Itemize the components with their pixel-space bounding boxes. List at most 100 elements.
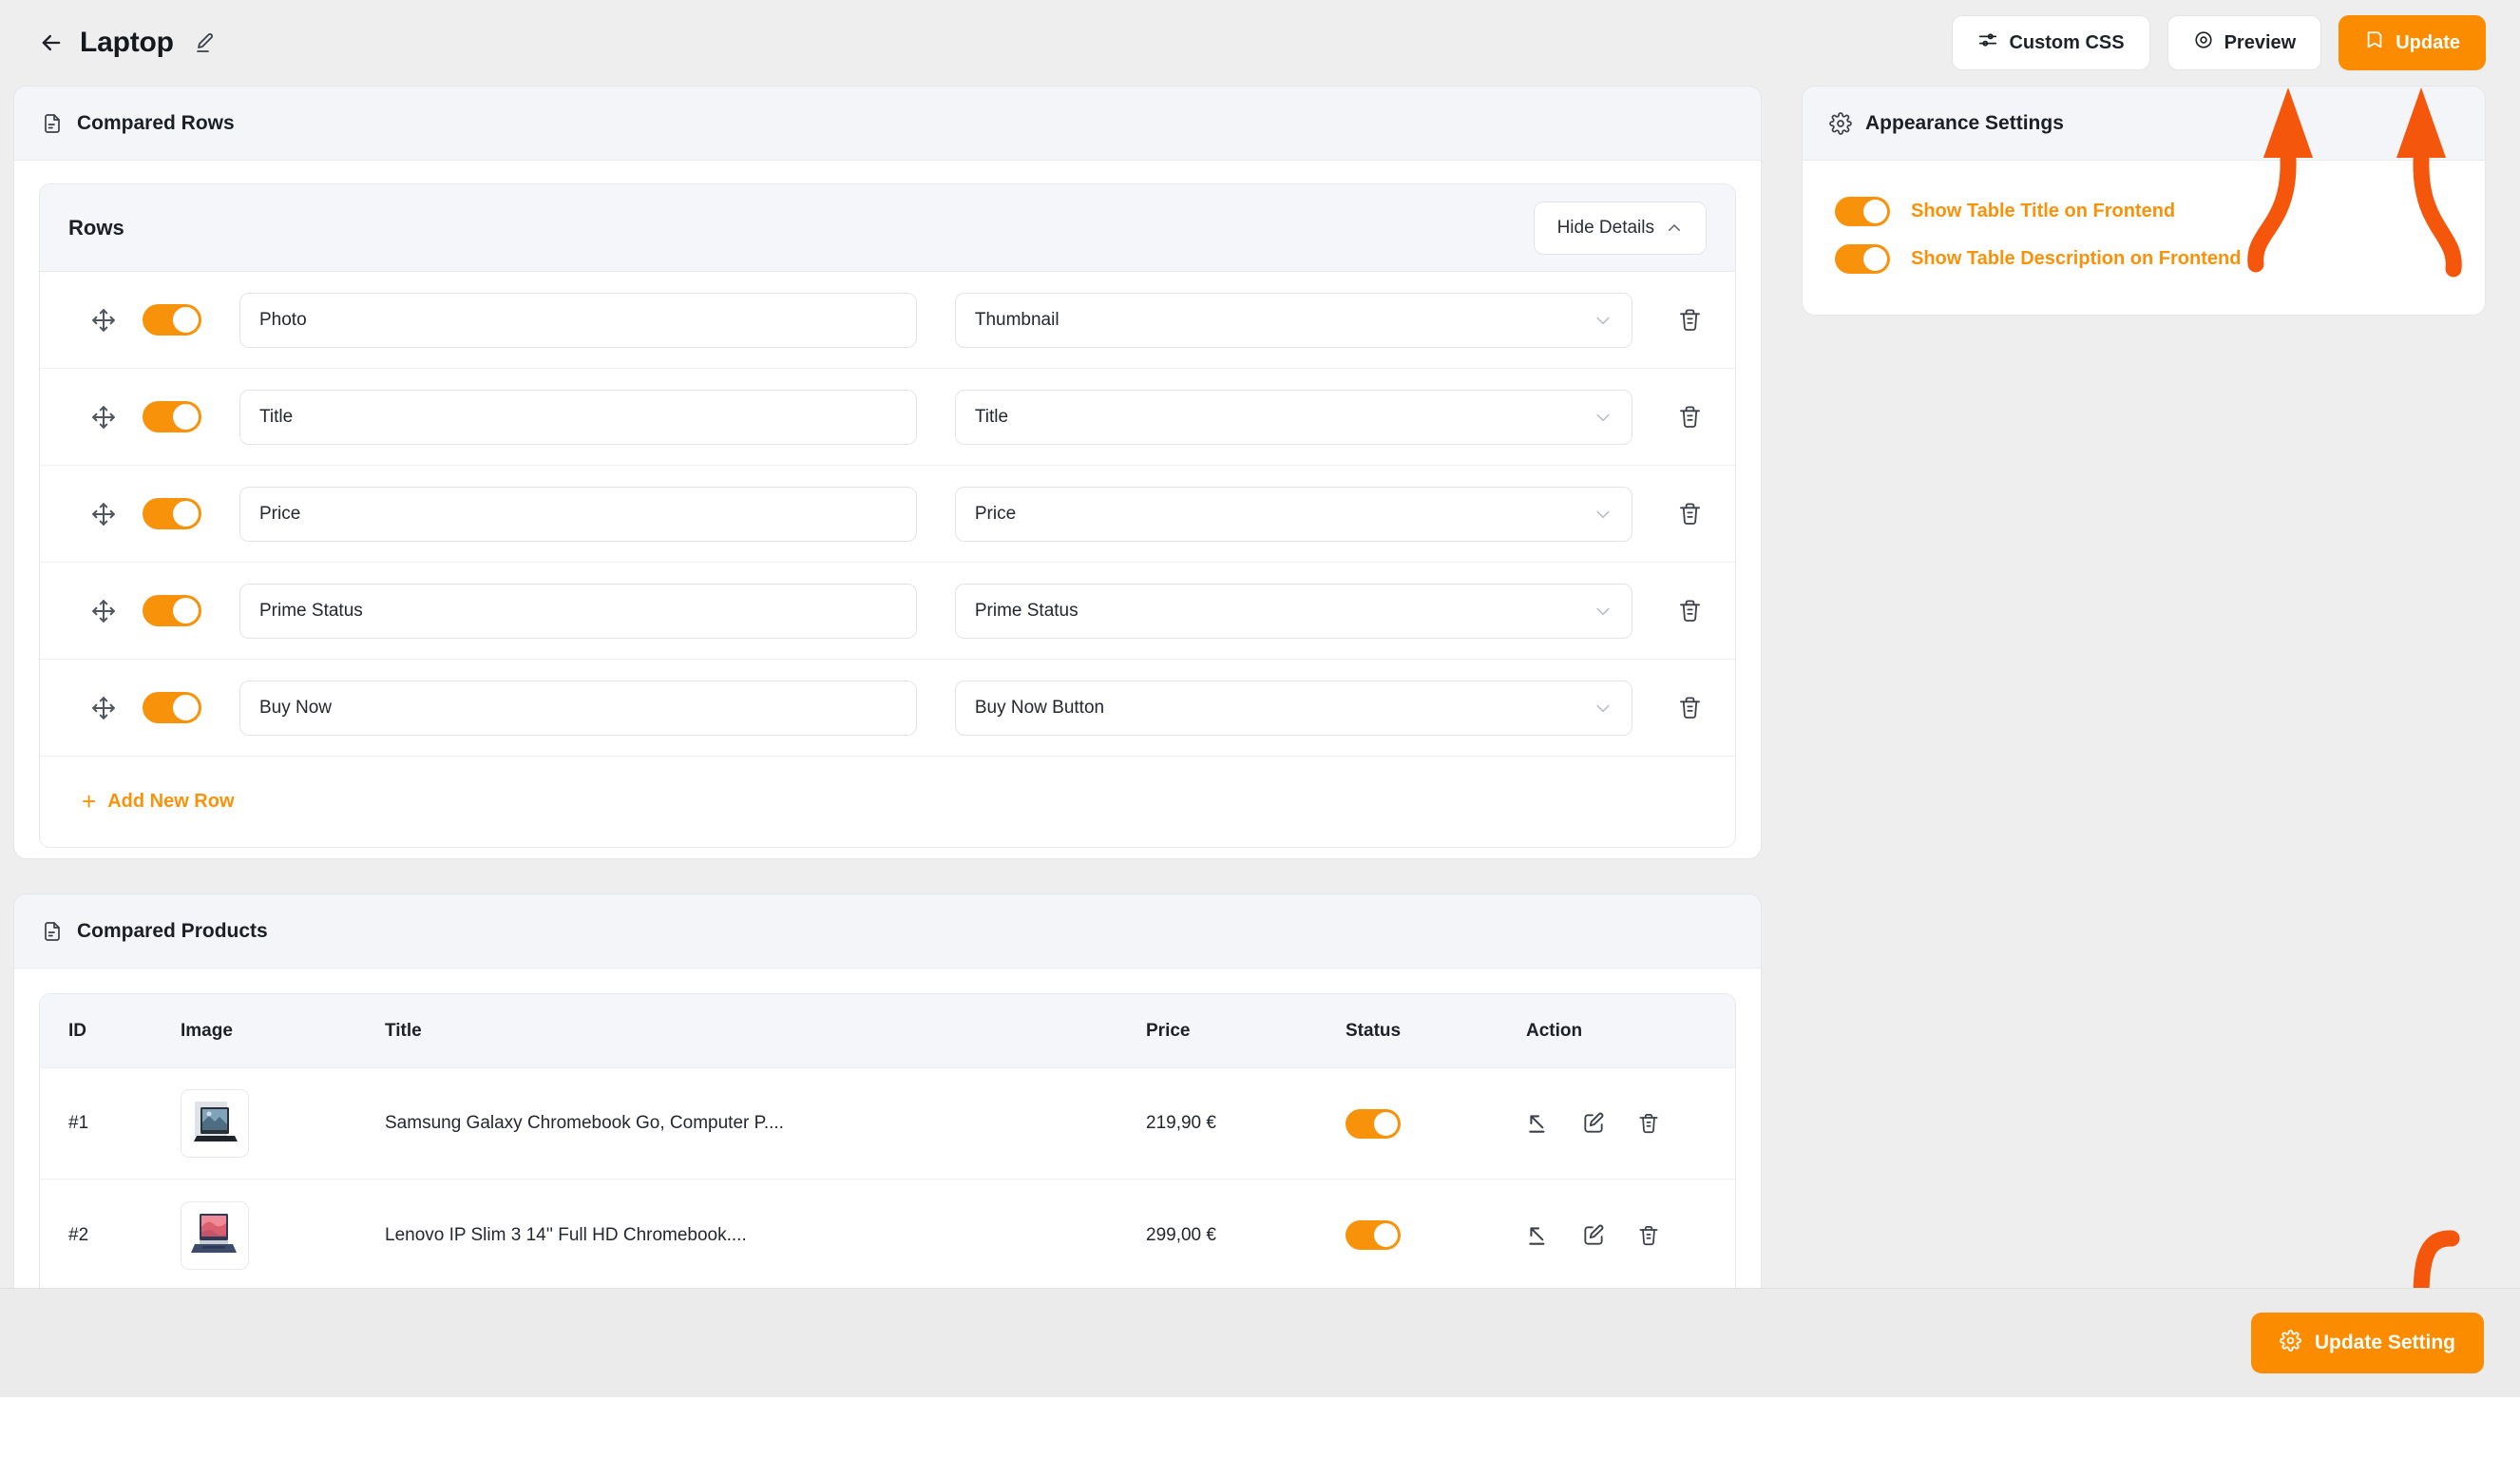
- chevron-down-icon: [1594, 311, 1613, 330]
- row-name-input[interactable]: Title: [239, 389, 917, 445]
- toggle-knob: [1863, 199, 1887, 223]
- update-button[interactable]: Update: [2339, 15, 2486, 70]
- product-thumbnail: [181, 1200, 249, 1270]
- main-content: Compared Rows Rows Hide Details Photo Th…: [0, 86, 2520, 1397]
- bottom-white-strip: [0, 1397, 2520, 1477]
- custom-css-label: Custom CSS: [2009, 31, 2125, 53]
- product-price: 299,00 €: [1146, 1224, 1216, 1245]
- edit-icon[interactable]: [1581, 1111, 1606, 1136]
- toggle-switch[interactable]: [143, 595, 201, 626]
- right-column: Appearance Settings Show Table Title on …: [1802, 86, 2486, 1397]
- row-name-input[interactable]: Photo: [239, 292, 917, 348]
- footer-bar: Update Setting: [0, 1288, 2520, 1397]
- back-arrow-icon[interactable]: [34, 26, 68, 60]
- sliders-icon: [1977, 29, 1998, 56]
- chevron-down-icon: [1594, 699, 1613, 718]
- row-type-select[interactable]: Buy Now Button: [954, 680, 1632, 736]
- row-type-select[interactable]: Thumbnail: [954, 292, 1632, 348]
- toggle-knob: [1863, 246, 1887, 271]
- toggle-switch[interactable]: [1835, 243, 1890, 274]
- row-name-value: Title: [259, 406, 294, 427]
- row-item: Title Title: [40, 369, 1735, 466]
- drag-handle-icon[interactable]: [87, 692, 120, 724]
- product-title: Lenovo IP Slim 3 14'' Full HD Chromebook…: [385, 1224, 747, 1245]
- chevron-down-icon: [1594, 602, 1613, 621]
- table-row: #2 Lenovo IP Slim 3 14'' Full HD Chromebo…: [40, 1180, 1735, 1291]
- compared-products-header: Compared Products: [14, 894, 1761, 969]
- compared-rows-header: Compared Rows: [14, 86, 1761, 161]
- update-setting-button[interactable]: Update Setting: [2250, 1313, 2484, 1373]
- gear-icon: [1829, 111, 1852, 135]
- row-type-select[interactable]: Price: [954, 486, 1632, 542]
- product-action-cell: [1526, 1223, 1707, 1248]
- delete-row-icon[interactable]: [1670, 396, 1710, 438]
- update-setting-label: Update Setting: [2314, 1332, 2455, 1353]
- product-title: Samsung Galaxy Chromebook Go, Computer P…: [385, 1113, 784, 1134]
- toggle-switch[interactable]: [143, 401, 201, 432]
- drag-handle-icon[interactable]: [87, 401, 120, 433]
- product-status-cell: [1346, 1108, 1526, 1139]
- column-header-status: Status: [1346, 1020, 1402, 1041]
- row-name-input[interactable]: Prime Status: [239, 583, 917, 639]
- drag-handle-icon[interactable]: [87, 304, 120, 336]
- row-type-select[interactable]: Title: [954, 389, 1632, 445]
- update-label: Update: [2396, 31, 2460, 53]
- appearance-settings-header: Appearance Settings: [1803, 86, 2485, 161]
- delete-row-icon[interactable]: [1670, 687, 1710, 729]
- column-header-image: Image: [181, 1020, 233, 1041]
- pencil-icon[interactable]: [191, 29, 220, 57]
- toggle-switch[interactable]: [143, 498, 201, 529]
- products-list: #1 Samsung Galaxy Chromebook Go, Computer…: [40, 1068, 1735, 1291]
- top-bar-actions: Custom CSS Preview Update: [1952, 15, 2486, 70]
- column-header-id: ID: [68, 1020, 86, 1041]
- toggle-switch[interactable]: [1346, 1108, 1401, 1139]
- row-name-input[interactable]: Buy Now: [239, 680, 917, 736]
- drag-handle-icon[interactable]: [87, 498, 120, 530]
- rows-panel-header: Rows Hide Details: [40, 184, 1735, 272]
- toggle-switch[interactable]: [143, 692, 201, 723]
- toggle-switch[interactable]: [1346, 1220, 1401, 1251]
- toggle-knob: [173, 695, 199, 720]
- delete-product-icon[interactable]: [1636, 1111, 1661, 1136]
- row-type-select[interactable]: Prime Status: [954, 583, 1632, 639]
- products-table-header: ID Image Title Price Status Action: [40, 994, 1735, 1069]
- expand-icon[interactable]: [1526, 1223, 1551, 1248]
- product-id: #1: [68, 1113, 89, 1134]
- edit-icon[interactable]: [1581, 1223, 1606, 1248]
- row-item: Price Price: [40, 466, 1735, 563]
- appearance-option-label: Show Table Description on Frontend: [1911, 247, 2242, 269]
- rows-bottom-spacer: [39, 848, 1736, 858]
- row-name-value: Photo: [259, 309, 307, 330]
- preview-button[interactable]: Preview: [2167, 15, 2322, 70]
- row-name-input[interactable]: Price: [239, 486, 917, 542]
- rows-list: Photo Thumbnail Title Title Price Price Prime …: [40, 272, 1735, 757]
- add-new-row-label: Add New Row: [107, 790, 235, 812]
- toggle-knob: [173, 307, 199, 333]
- toggle-knob: [1374, 1223, 1398, 1248]
- action-icon-group: [1526, 1111, 1707, 1136]
- appearance-option: Show Table Description on Frontend: [1835, 235, 2453, 282]
- delete-row-icon[interactable]: [1670, 493, 1710, 535]
- document-icon: [41, 920, 64, 943]
- add-new-row-button[interactable]: + Add New Row: [82, 789, 235, 814]
- row-item: Prime Status Prime Status: [40, 563, 1735, 660]
- plus-icon: +: [82, 787, 97, 815]
- hide-details-button[interactable]: Hide Details: [1533, 201, 1707, 255]
- rows-label: Rows: [68, 215, 124, 240]
- row-type-value: Prime Status: [974, 600, 1079, 621]
- custom-css-button[interactable]: Custom CSS: [1952, 15, 2150, 70]
- table-row: #1 Samsung Galaxy Chromebook Go, Computer…: [40, 1068, 1735, 1180]
- compared-rows-title: Compared Rows: [77, 111, 235, 134]
- preview-label: Preview: [2224, 31, 2297, 53]
- row-name-value: Buy Now: [259, 697, 333, 718]
- row-type-value: Title: [974, 406, 1009, 427]
- chevron-up-icon: [1666, 220, 1683, 237]
- drag-handle-icon[interactable]: [87, 595, 120, 627]
- expand-icon[interactable]: [1526, 1111, 1551, 1136]
- app-root: Laptop Custom CSS Preview Update Compare…: [0, 0, 2520, 1477]
- toggle-switch[interactable]: [1835, 196, 1890, 226]
- delete-product-icon[interactable]: [1636, 1223, 1661, 1248]
- delete-row-icon[interactable]: [1670, 590, 1710, 632]
- delete-row-icon[interactable]: [1670, 299, 1710, 341]
- toggle-switch[interactable]: [143, 304, 201, 336]
